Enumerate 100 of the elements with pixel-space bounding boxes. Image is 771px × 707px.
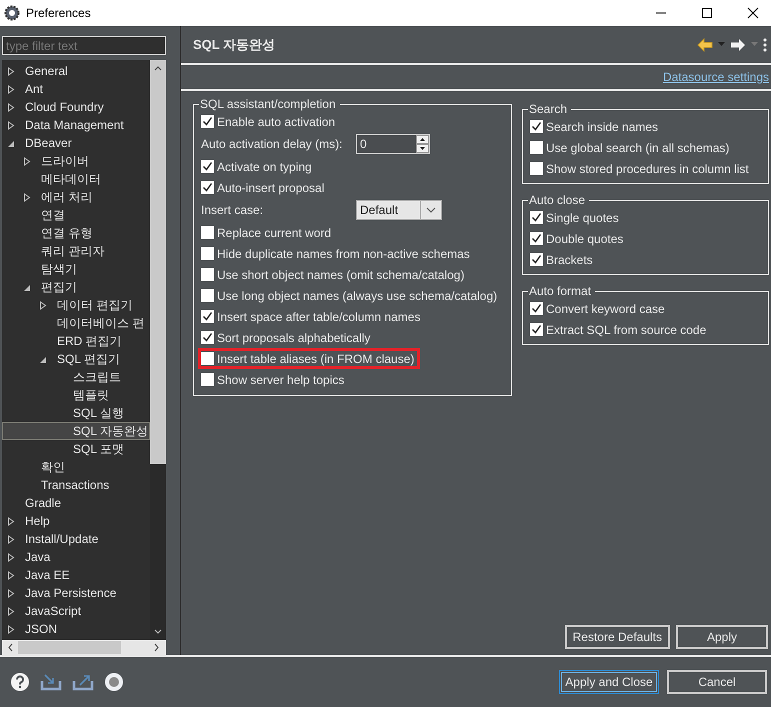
help-icon[interactable] bbox=[10, 672, 30, 692]
checkbox[interactable] bbox=[201, 181, 214, 194]
expand-icon[interactable] bbox=[7, 66, 15, 76]
tree-item[interactable]: ERD 편집기 bbox=[2, 332, 150, 350]
checkbox-option[interactable]: Hide duplicate names from non-active schemas bbox=[198, 243, 508, 264]
close-icon[interactable] bbox=[747, 7, 759, 19]
tree-item[interactable]: DBeaver bbox=[2, 134, 150, 152]
apply-button[interactable]: Apply bbox=[676, 625, 768, 649]
restore-defaults-button[interactable]: Restore Defaults bbox=[564, 625, 670, 649]
tree-item[interactable]: 데이터 편집기 bbox=[2, 296, 150, 314]
checkbox-option[interactable]: Auto-insert proposal bbox=[198, 177, 508, 198]
expand-icon[interactable] bbox=[7, 84, 15, 94]
tree-item[interactable]: SQL 자동완성 bbox=[2, 422, 150, 440]
tree-item[interactable]: JavaScript bbox=[2, 602, 150, 620]
expand-icon[interactable] bbox=[7, 570, 15, 580]
checkbox-option[interactable]: Show server help topics bbox=[198, 369, 508, 390]
tree-item[interactable]: Install/Update bbox=[2, 530, 150, 548]
expand-icon[interactable] bbox=[7, 588, 15, 598]
tree-item[interactable]: Gradle bbox=[2, 494, 150, 512]
collapse-icon[interactable] bbox=[39, 354, 47, 364]
more-menu-icon[interactable] bbox=[763, 38, 767, 52]
tree-item[interactable]: 데이터베이스 편 bbox=[2, 314, 150, 332]
back-arrow-icon[interactable] bbox=[697, 38, 713, 52]
tree-item[interactable]: JSON bbox=[2, 620, 150, 638]
tree-item[interactable]: 템플릿 bbox=[2, 386, 150, 404]
checkbox[interactable] bbox=[530, 232, 543, 245]
expand-icon[interactable] bbox=[39, 300, 47, 310]
scroll-thumb[interactable] bbox=[18, 641, 121, 654]
expand-icon[interactable] bbox=[7, 552, 15, 562]
expand-icon[interactable] bbox=[7, 534, 15, 544]
tree-item[interactable]: 연결 bbox=[2, 206, 150, 224]
checkbox[interactable] bbox=[201, 226, 214, 239]
scroll-up-icon[interactable] bbox=[150, 60, 166, 76]
checkbox[interactable] bbox=[201, 160, 214, 173]
horizontal-scrollbar[interactable] bbox=[2, 640, 166, 655]
tree-item[interactable]: Transactions bbox=[2, 476, 150, 494]
tree-item[interactable]: 확인 bbox=[2, 458, 150, 476]
checkbox[interactable] bbox=[530, 162, 543, 175]
tree-item[interactable]: Java EE bbox=[2, 566, 150, 584]
import-icon[interactable] bbox=[40, 673, 62, 691]
tree-item[interactable]: 연결 유형 bbox=[2, 224, 150, 242]
expand-icon[interactable] bbox=[23, 192, 31, 202]
tree-item[interactable]: Help bbox=[2, 512, 150, 530]
tree-item[interactable]: 탐색기 bbox=[2, 260, 150, 278]
chevron-down-icon[interactable] bbox=[426, 207, 436, 213]
checkbox[interactable] bbox=[201, 289, 214, 302]
scroll-thumb[interactable] bbox=[150, 76, 166, 464]
checkbox[interactable] bbox=[530, 323, 543, 336]
checkbox[interactable] bbox=[201, 352, 214, 365]
tree-item[interactable]: Java bbox=[2, 548, 150, 566]
tree-item[interactable]: 에러 처리 bbox=[2, 188, 150, 206]
checkbox-option[interactable]: Use short object names (omit schema/catalog) bbox=[198, 264, 508, 285]
checkbox[interactable] bbox=[530, 302, 543, 315]
filter-field[interactable]: type filter text bbox=[2, 36, 166, 55]
checkbox[interactable] bbox=[201, 247, 214, 260]
checkbox[interactable] bbox=[201, 310, 214, 323]
tree-item[interactable]: 메타데이터 bbox=[2, 170, 150, 188]
tree-item[interactable]: SQL 실행 bbox=[2, 404, 150, 422]
expand-icon[interactable] bbox=[7, 102, 15, 112]
checkbox[interactable] bbox=[201, 373, 214, 386]
checkbox[interactable] bbox=[530, 253, 543, 266]
number-spinner[interactable]: 0 bbox=[356, 134, 430, 154]
checkbox[interactable] bbox=[530, 211, 543, 224]
checkbox[interactable] bbox=[530, 141, 543, 154]
spin-arrows-icon[interactable] bbox=[416, 135, 429, 153]
expand-icon[interactable] bbox=[23, 156, 31, 166]
collapse-icon[interactable] bbox=[7, 138, 15, 148]
export-icon[interactable] bbox=[72, 673, 94, 691]
record-icon[interactable] bbox=[104, 672, 124, 692]
checkbox-option[interactable]: Replace current word bbox=[198, 222, 508, 243]
forward-arrow-icon[interactable] bbox=[730, 38, 746, 52]
tree-item[interactable]: Ant bbox=[2, 80, 150, 98]
maximize-icon[interactable] bbox=[701, 7, 713, 19]
datasource-settings-link[interactable]: Datasource settings bbox=[662, 70, 769, 84]
checkbox[interactable] bbox=[201, 268, 214, 281]
expand-icon[interactable] bbox=[7, 624, 15, 634]
checkbox-option[interactable]: Use long object names (always use schema/catalog) bbox=[198, 285, 508, 306]
expand-icon[interactable] bbox=[7, 516, 15, 526]
tree-item[interactable]: SQL 포맷 bbox=[2, 440, 150, 458]
checkbox[interactable] bbox=[530, 120, 543, 133]
tree-item[interactable]: Cloud Foundry bbox=[2, 98, 150, 116]
collapse-icon[interactable] bbox=[23, 282, 31, 292]
cancel-button[interactable]: Cancel bbox=[667, 670, 767, 694]
apply-and-close-button[interactable]: Apply and Close bbox=[559, 670, 659, 694]
highlighted-option[interactable]: Insert table aliases (in FROM clause) bbox=[198, 348, 420, 369]
tree-item[interactable]: SQL 편집기 bbox=[2, 350, 150, 368]
checkbox[interactable] bbox=[201, 115, 214, 128]
tree-item[interactable]: Data Management bbox=[2, 116, 150, 134]
tree-item[interactable]: Java Persistence bbox=[2, 584, 150, 602]
expand-icon[interactable] bbox=[7, 606, 15, 616]
checkbox-option[interactable]: Enable auto activation bbox=[198, 111, 508, 132]
checkbox[interactable] bbox=[201, 331, 214, 344]
tree-item[interactable]: 편집기 bbox=[2, 278, 150, 296]
checkbox-option[interactable]: Insert space after table/column names bbox=[198, 306, 508, 327]
tree-item[interactable]: 쿼리 관리자 bbox=[2, 242, 150, 260]
tree-item[interactable]: 스크립트 bbox=[2, 368, 150, 386]
expand-icon[interactable] bbox=[7, 120, 15, 130]
tree-item[interactable]: 드라이버 bbox=[2, 152, 150, 170]
checkbox-option[interactable]: Sort proposals alphabetically bbox=[198, 327, 508, 348]
vertical-scrollbar[interactable] bbox=[150, 60, 166, 640]
